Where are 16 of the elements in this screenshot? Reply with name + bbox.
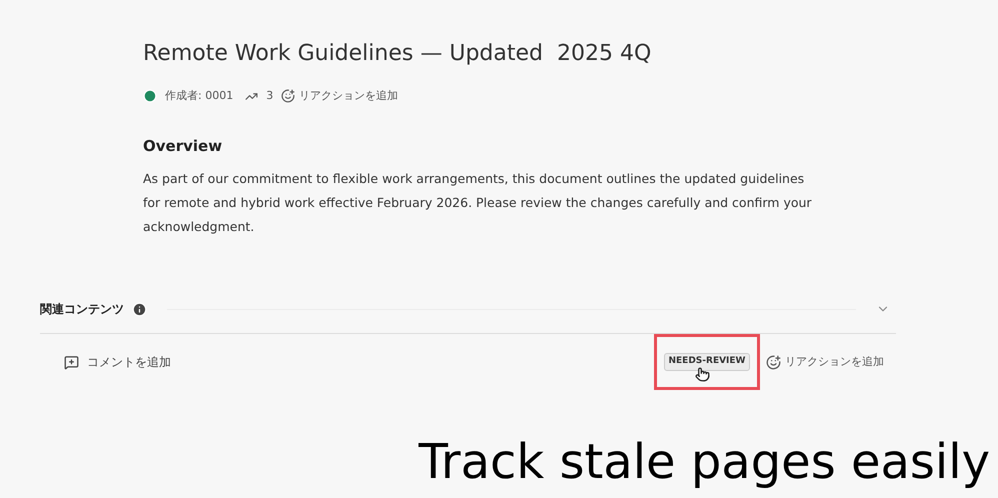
info-icon (132, 302, 147, 316)
smiley-plus-icon (281, 89, 296, 104)
caption-text: Track stale pages easily (418, 433, 990, 492)
add-reaction-button[interactable]: リアクションを追加 (766, 354, 884, 370)
related-content-label: 関連コンテンツ (40, 301, 124, 318)
section-heading: Overview (143, 136, 224, 156)
page-title: Remote Work Guidelines — Updated 2025 4Q (143, 40, 652, 68)
needs-review-tag[interactable]: NEEDS-REVIEW (664, 353, 750, 371)
author-label: 作成者: 0001 (165, 88, 234, 104)
add-comment-button[interactable]: コメントを追加 (64, 353, 171, 371)
smiley-plus-icon (766, 354, 781, 370)
hand-cursor-icon (695, 367, 710, 382)
add-reaction-button[interactable]: リアクションを追加 (281, 88, 398, 104)
view-count: 3 (266, 88, 274, 104)
comment-plus-icon (64, 354, 79, 370)
body-paragraph: As part of our commitment to flexible work arrangements, this document outlines the updated guidelines for remote and hybrid work effective February 2026. Please review the changes carefully and confirm your acknowledgment. (143, 170, 813, 236)
